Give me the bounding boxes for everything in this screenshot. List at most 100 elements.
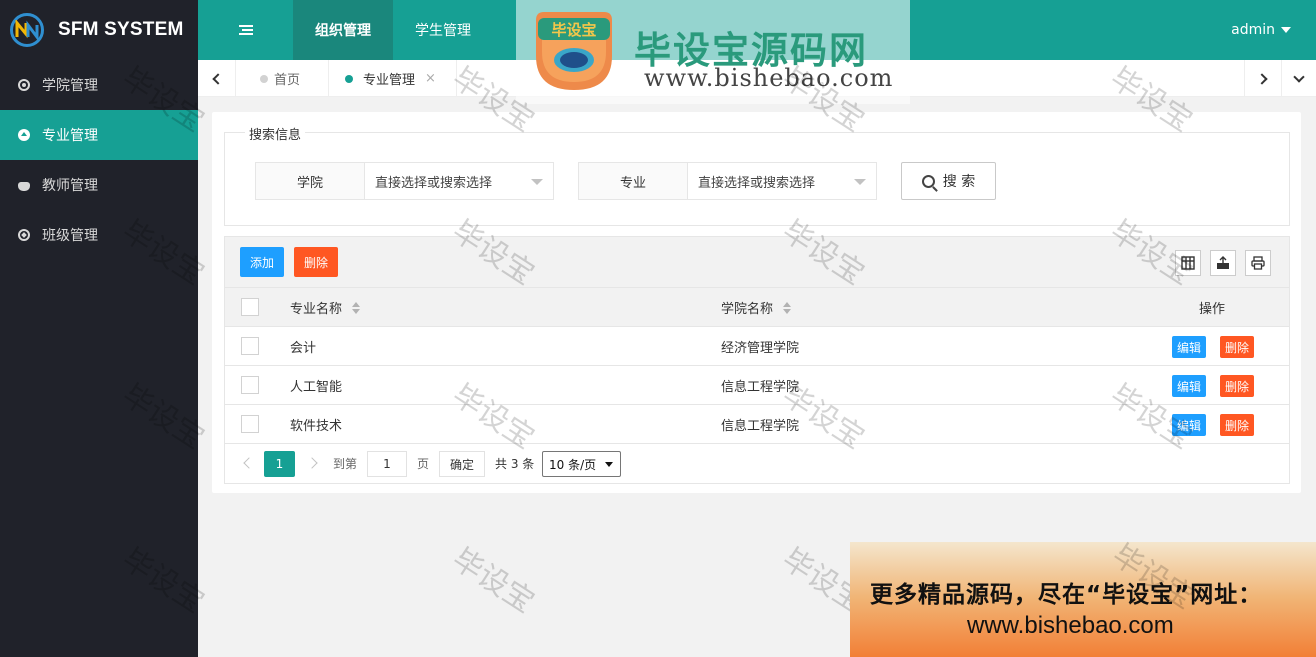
sidebar-item-college[interactable]: 学院管理 <box>0 60 198 110</box>
tab-home[interactable]: 首页 <box>236 60 329 97</box>
search-panel: 搜索信息 学院 直接选择或搜索选择 专业 直接选择或搜索选择 搜 索 <box>224 124 1290 226</box>
search-button-label: 搜 索 <box>942 174 976 190</box>
column-header-major[interactable]: 专业名称 <box>290 288 361 327</box>
sidebar-item-teacher[interactable]: 教师管理 <box>0 160 198 210</box>
table-header-row: 专业名称 学院名称 操作 <box>225 288 1289 327</box>
tab-org[interactable]: 组织管理 <box>293 0 393 60</box>
select-all-checkbox[interactable] <box>241 298 259 316</box>
circle-up-icon <box>18 129 30 141</box>
caret-down-icon <box>605 461 614 467</box>
sidebar-item-label: 专业管理 <box>42 128 98 144</box>
prev-page-icon[interactable] <box>243 457 255 469</box>
caret-down-icon <box>531 179 543 185</box>
search-button[interactable]: 搜 索 <box>901 162 996 200</box>
menu-icon <box>238 25 253 35</box>
college-select[interactable]: 学院 直接选择或搜索选择 <box>255 162 554 200</box>
tab-label: 首页 <box>274 73 301 88</box>
cell-college: 经济管理学院 <box>721 341 800 356</box>
sidebar-item-label: 学院管理 <box>42 78 98 94</box>
print-icon[interactable] <box>1245 250 1271 276</box>
sort-icon[interactable] <box>783 301 792 314</box>
select-placeholder: 直接选择或搜索选择 <box>698 175 816 191</box>
chevron-right-icon <box>1255 72 1268 85</box>
total-count: 共 3 条 <box>495 457 535 471</box>
table-row: 软件技术 信息工程学院 编辑 删除 <box>225 405 1289 444</box>
watermark-banner: 毕设宝 毕设宝源码网 www.bishebao.com <box>516 0 910 104</box>
column-title: 专业名称 <box>290 302 343 317</box>
close-icon[interactable]: × <box>425 71 436 86</box>
table-row: 会计 经济管理学院 编辑 删除 <box>225 327 1289 366</box>
caret-down-icon <box>1281 27 1291 33</box>
watermark-text: 毕设宝 <box>445 541 541 621</box>
table-toolbar: 添加 删除 <box>225 237 1289 288</box>
menu-toggle-button[interactable] <box>198 0 293 60</box>
edit-button[interactable]: 编辑 <box>1172 375 1207 397</box>
major-select-input[interactable]: 直接选择或搜索选择 <box>688 163 876 199</box>
export-icon[interactable] <box>1210 250 1236 276</box>
sidebar: SFM SYSTEM 学院管理 专业管理 教师管理 班级管理 <box>0 0 198 657</box>
tab-student[interactable]: 学生管理 <box>393 0 493 60</box>
tabs-prev-button[interactable] <box>198 60 236 97</box>
promo-url: www.bishebao.com <box>967 612 1174 639</box>
columns-icon[interactable] <box>1175 250 1201 276</box>
column-header-college[interactable]: 学院名称 <box>721 288 792 327</box>
delete-button[interactable]: 删除 <box>1220 375 1255 397</box>
data-table: 添加 删除 专业名称 学院名称 操作 会计 经济管理学院 编辑 删除 人工智能 … <box>224 236 1290 484</box>
promo-banner: 更多精品源码，尽在“毕设宝”网址： www.bishebao.com 毕设宝 <box>850 538 1316 657</box>
sidebar-item-label: 教师管理 <box>42 178 98 194</box>
sidebar-item-class[interactable]: 班级管理 <box>0 210 198 260</box>
search-icon <box>921 174 935 188</box>
cell-college: 信息工程学院 <box>721 419 800 434</box>
add-button[interactable]: 添加 <box>240 247 285 277</box>
cell-major: 人工智能 <box>290 380 343 395</box>
delete-button[interactable]: 删除 <box>1220 336 1255 358</box>
user-name: admin <box>1231 22 1275 38</box>
cell-major: 会计 <box>290 341 317 356</box>
compass-icon <box>18 229 30 241</box>
page-size-select[interactable]: 10 条/页 <box>542 451 621 477</box>
edit-button[interactable]: 编辑 <box>1172 414 1207 436</box>
page-1-button[interactable]: 1 <box>264 451 295 477</box>
column-header-actions: 操作 <box>1199 302 1226 317</box>
dot-icon <box>260 75 268 83</box>
user-menu[interactable]: admin <box>1231 0 1291 60</box>
goto-confirm-button[interactable]: 确定 <box>439 451 485 477</box>
chevron-down-icon <box>1293 70 1305 83</box>
next-page-icon[interactable] <box>306 457 318 469</box>
tabs-next-button[interactable] <box>1244 60 1282 97</box>
row-checkbox[interactable] <box>241 337 259 355</box>
chevron-left-icon <box>212 72 224 85</box>
major-select-label: 专业 <box>579 163 688 199</box>
sidebar-item-major[interactable]: 专业管理 <box>0 110 198 160</box>
logo[interactable]: SFM SYSTEM <box>0 0 198 60</box>
circle-dot-icon <box>18 79 30 91</box>
cell-major: 软件技术 <box>290 419 343 434</box>
major-select[interactable]: 专业 直接选择或搜索选择 <box>578 162 877 200</box>
main-card: 搜索信息 学院 直接选择或搜索选择 专业 直接选择或搜索选择 搜 索 添加 删除 <box>212 112 1301 493</box>
caret-down-icon <box>854 179 866 185</box>
college-select-input[interactable]: 直接选择或搜索选择 <box>365 163 553 199</box>
cat-icon <box>18 181 30 191</box>
dot-icon <box>345 75 353 83</box>
edit-button[interactable]: 编辑 <box>1172 336 1207 358</box>
badge-logo-icon: 毕设宝 <box>536 12 612 90</box>
tab-label: 专业管理 <box>363 73 416 88</box>
badge-text: 毕设宝 <box>551 21 596 39</box>
column-title: 学院名称 <box>721 302 774 317</box>
cell-college: 信息工程学院 <box>721 380 800 395</box>
row-checkbox[interactable] <box>241 415 259 433</box>
app-name: SFM SYSTEM <box>58 19 184 40</box>
delete-button[interactable]: 删除 <box>1220 414 1255 436</box>
goto-page-input[interactable] <box>367 451 407 477</box>
sidebar-item-label: 班级管理 <box>42 228 98 244</box>
table-row: 人工智能 信息工程学院 编辑 删除 <box>225 366 1289 405</box>
goto-label: 到第 <box>333 457 358 471</box>
watermark-url: www.bishebao.com <box>644 64 894 92</box>
tab-major[interactable]: 专业管理 × <box>329 60 457 97</box>
sort-icon[interactable] <box>352 301 361 314</box>
page-unit-label: 页 <box>417 457 430 471</box>
page-size-value: 10 条/页 <box>549 457 597 472</box>
row-checkbox[interactable] <box>241 376 259 394</box>
batch-delete-button[interactable]: 删除 <box>294 247 339 277</box>
tabs-menu-button[interactable] <box>1282 60 1316 97</box>
